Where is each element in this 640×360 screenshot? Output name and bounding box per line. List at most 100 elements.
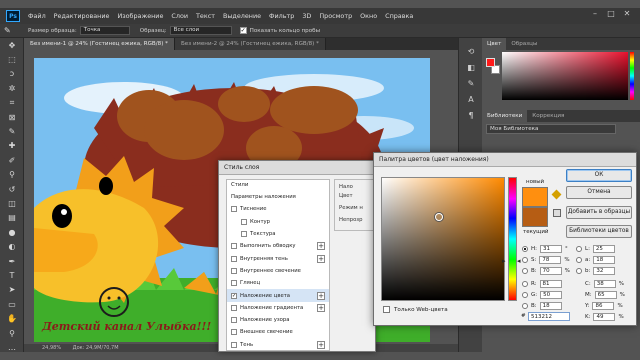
style-row-gradient-overlay[interactable]: Наложение градиента + xyxy=(227,302,329,314)
hue-slider-right-arrow-icon[interactable]: ◂ xyxy=(517,257,521,265)
zoom-tool-icon[interactable]: ⚲ xyxy=(0,326,24,340)
menu-help[interactable]: Справка xyxy=(381,12,417,20)
out-of-gamut-warning-icon[interactable] xyxy=(551,189,562,200)
eyedropper-tool-icon[interactable]: ✎ xyxy=(0,124,24,138)
library-select[interactable]: Моя Библиотека xyxy=(486,124,616,134)
s-input[interactable]: 78 xyxy=(539,256,562,264)
c-input[interactable]: 38 xyxy=(593,280,616,288)
add-style-plus-icon[interactable]: + xyxy=(317,254,325,263)
sample-select[interactable]: Все слои xyxy=(169,26,232,35)
pen-tool-icon[interactable]: ✒ xyxy=(0,254,24,268)
type-tool-icon[interactable]: T xyxy=(0,268,24,282)
hue-slider[interactable] xyxy=(508,177,517,301)
move-tool-icon[interactable]: ✥ xyxy=(0,38,24,52)
menu-filter[interactable]: Фильтр xyxy=(265,12,298,20)
web-colors-checkbox[interactable] xyxy=(383,306,390,313)
lab-b-radio[interactable] xyxy=(576,268,582,274)
menu-edit[interactable]: Редактирование xyxy=(50,12,114,20)
eraser-tool-icon[interactable]: ◫ xyxy=(0,196,24,210)
zoom-level[interactable]: 24,98% xyxy=(42,345,61,351)
current-color-swatch[interactable] xyxy=(522,207,548,227)
style-checkbox[interactable] xyxy=(231,206,237,213)
g-radio[interactable] xyxy=(522,292,528,298)
menu-image[interactable]: Изображение xyxy=(113,12,167,20)
style-row-stroke[interactable]: Выполнить обводку + xyxy=(227,240,329,252)
l-input[interactable]: 25 xyxy=(592,245,615,253)
menu-3d[interactable]: 3D xyxy=(298,12,315,20)
a-radio[interactable] xyxy=(576,257,582,263)
brush-tool-icon[interactable]: ✐ xyxy=(0,153,24,167)
b-radio[interactable] xyxy=(522,268,528,274)
style-checkbox[interactable]: ✓ xyxy=(231,292,237,299)
character-panel-icon[interactable]: A xyxy=(459,92,483,108)
style-row-texture[interactable]: Текстура xyxy=(227,228,329,240)
tab-adjustments[interactable]: Коррекция xyxy=(527,110,569,122)
style-row-bevel[interactable]: Тиснение xyxy=(227,203,329,215)
r-radio[interactable] xyxy=(522,281,528,287)
menu-window[interactable]: Окно xyxy=(356,12,381,20)
blue-input[interactable]: 18 xyxy=(539,302,562,310)
tab-document-1[interactable]: Без имени-1 @ 24% (Гостинец ежика, RGB/8… xyxy=(24,38,175,50)
style-row-inner-shadow[interactable]: Внутренняя тень + xyxy=(227,252,329,264)
l-radio[interactable] xyxy=(576,246,582,252)
foreground-background-swatches[interactable] xyxy=(486,58,500,76)
history-brush-tool-icon[interactable]: ↺ xyxy=(0,182,24,196)
quick-select-tool-icon[interactable]: ✲ xyxy=(0,81,24,95)
dodge-tool-icon[interactable]: ◐ xyxy=(0,239,24,253)
style-row-color-overlay[interactable]: ✓ Наложение цвета + xyxy=(227,289,329,302)
style-checkbox[interactable] xyxy=(231,341,237,348)
r-input[interactable]: 81 xyxy=(539,280,562,288)
add-style-plus-icon[interactable]: + xyxy=(317,291,325,300)
style-row-drop-shadow[interactable]: Тень + xyxy=(227,339,329,351)
tab-libraries[interactable]: Библиотеки xyxy=(482,110,528,122)
properties-panel-icon[interactable]: ◧ xyxy=(459,60,483,76)
style-checkbox[interactable] xyxy=(231,243,237,250)
tab-swatches[interactable]: Образцы xyxy=(506,38,542,50)
add-to-swatches-button[interactable]: Добавить в образцы xyxy=(566,206,632,219)
y-input[interactable]: 86 xyxy=(592,302,615,310)
path-select-tool-icon[interactable]: ➤ xyxy=(0,283,24,297)
shape-tool-icon[interactable]: ▭ xyxy=(0,297,24,311)
hand-tool-icon[interactable]: ✋ xyxy=(0,311,24,325)
color-libraries-button[interactable]: Библиотеки цветов xyxy=(566,225,632,238)
styles-header[interactable]: Стили xyxy=(227,180,329,191)
style-checkbox[interactable] xyxy=(231,329,237,336)
h-radio[interactable] xyxy=(522,246,528,252)
eyedropper-icon[interactable]: ✎ xyxy=(4,25,22,37)
history-panel-icon[interactable]: ⟲ xyxy=(459,44,483,60)
lasso-tool-icon[interactable]: ↄ xyxy=(0,67,24,81)
menu-file[interactable]: Файл xyxy=(24,12,50,20)
h-input[interactable]: 31 xyxy=(540,245,562,253)
lab-b-input[interactable]: 32 xyxy=(593,267,616,275)
menu-text[interactable]: Текст xyxy=(192,12,219,20)
tab-color[interactable]: Цвет xyxy=(482,38,507,50)
foreground-color-swatch[interactable] xyxy=(486,58,495,67)
color-field[interactable] xyxy=(381,177,505,301)
brush-panel-icon[interactable]: ✎ xyxy=(459,76,483,92)
g-input[interactable]: 50 xyxy=(540,291,563,299)
add-style-plus-icon[interactable]: + xyxy=(317,303,325,312)
add-style-plus-icon[interactable]: + xyxy=(317,242,325,251)
blur-tool-icon[interactable]: ● xyxy=(0,225,24,239)
minimize-button[interactable]: – xyxy=(590,9,600,21)
tab-document-2[interactable]: Без имени-2 @ 24% (Гостинец ежика, RGB/8… xyxy=(174,38,326,50)
style-checkbox[interactable] xyxy=(231,255,237,262)
restore-button[interactable]: □ xyxy=(606,9,616,21)
stamp-tool-icon[interactable]: ⚲ xyxy=(0,168,24,182)
frame-tool-icon[interactable]: ⊠ xyxy=(0,110,24,124)
style-row-outer-glow[interactable]: Внешнее свечение xyxy=(227,326,329,338)
paragraph-panel-icon[interactable]: ¶ xyxy=(459,108,483,124)
style-checkbox[interactable] xyxy=(231,304,237,311)
style-checkbox[interactable] xyxy=(231,317,237,324)
gradient-tool-icon[interactable]: ▤ xyxy=(0,211,24,225)
hue-slider-left-arrow-icon[interactable]: ▸ xyxy=(502,257,506,265)
ok-button[interactable]: ОК xyxy=(566,169,632,182)
style-row-contour[interactable]: Контур xyxy=(227,216,329,228)
a-input[interactable]: 18 xyxy=(593,256,616,264)
style-row-pattern-overlay[interactable]: Наложение узора xyxy=(227,314,329,326)
menu-view[interactable]: Просмотр xyxy=(315,12,356,20)
crop-tool-icon[interactable]: ⌗ xyxy=(0,96,24,110)
add-style-plus-icon[interactable]: + xyxy=(317,340,325,349)
style-checkbox[interactable] xyxy=(241,218,247,225)
edit-toolbar-icon[interactable]: … xyxy=(0,340,24,354)
